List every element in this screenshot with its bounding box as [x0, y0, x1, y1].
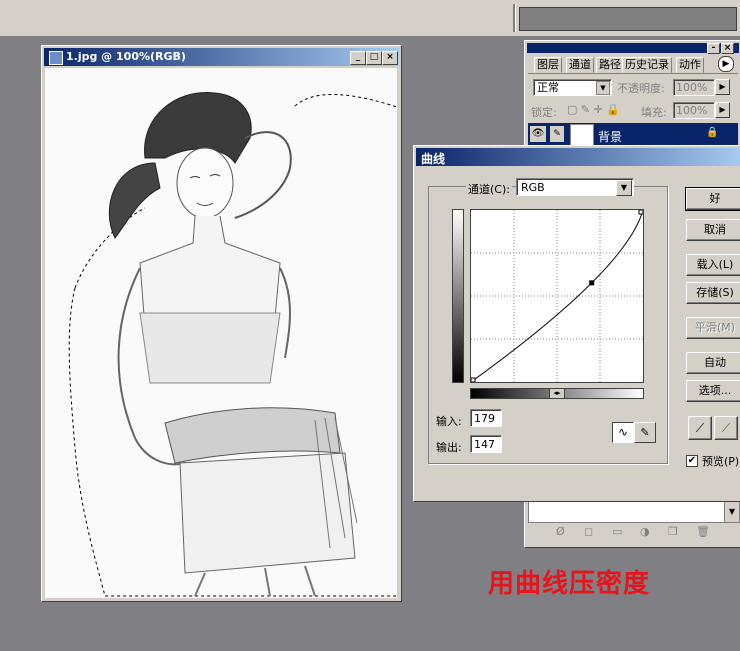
fill-input[interactable]: 100%	[673, 102, 715, 119]
gray-eyedropper-icon[interactable]: ⟋	[714, 416, 738, 440]
channel-value: RGB	[521, 181, 545, 194]
gradient-toggle-icon[interactable]: ◂▸	[549, 388, 565, 399]
lock-label: 锁定:	[531, 106, 557, 119]
options-button[interactable]: 选项...	[686, 380, 740, 402]
tab-layers[interactable]: 图层	[534, 57, 562, 73]
mask-icon[interactable]: ◻	[584, 525, 593, 538]
eye-icon[interactable]: 👁	[530, 126, 546, 142]
input-gradient-bar: ◂▸	[470, 388, 644, 399]
curves-title-bar[interactable]: 曲线	[416, 148, 740, 166]
black-eyedropper-icon[interactable]: ⟋	[688, 416, 712, 440]
tab-paths[interactable]: 路径	[596, 57, 624, 73]
output-label: 输出:	[436, 441, 462, 454]
pencil-icon[interactable]: ✎	[634, 422, 656, 443]
sketch-image	[68, 91, 397, 597]
panel-title-bar[interactable]: - ×	[527, 43, 739, 54]
lock-icons[interactable]: ▢ ✎ ✛ 🔒	[567, 103, 620, 116]
maximize-icon[interactable]: □	[366, 51, 382, 65]
preview-checkbox[interactable]: ✔	[686, 455, 698, 467]
close-icon[interactable]: ×	[382, 51, 398, 65]
document-title-bar[interactable]: 1.jpg @ 100%(RGB) _ □ ×	[44, 48, 399, 66]
panel-minimize-icon[interactable]: -	[707, 43, 720, 54]
opacity-label: 不透明度:	[617, 82, 665, 95]
channel-select[interactable]: RGB ▼	[516, 178, 634, 196]
curve-graph[interactable]	[470, 209, 644, 383]
output-gradient-bar	[452, 209, 464, 383]
save-button[interactable]: 存储(S)	[686, 282, 740, 304]
load-button[interactable]: 载入(L)	[686, 254, 740, 276]
panel-bottom-toolbar: Ø ◻ ▭ ◑ ❐ 🗑	[528, 525, 738, 543]
document-icon	[49, 51, 63, 65]
document-title: 1.jpg @ 100%(RGB)	[66, 50, 186, 63]
opacity-arrow-icon[interactable]: ▶	[715, 79, 730, 95]
blend-mode-value: 正常	[537, 81, 559, 94]
curve-endpoint-white[interactable]	[638, 209, 644, 215]
smooth-button[interactable]: 平滑(M)	[686, 317, 740, 339]
curves-dialog: 曲线 通道(C): RGB ▼ ◂▸ 输入: 179 输出: 147 ∿ ✎ 好…	[413, 145, 740, 502]
adjustment-layer-icon[interactable]: ◑	[640, 525, 650, 538]
document-window: 1.jpg @ 100%(RGB) _ □ ×	[41, 45, 402, 602]
fill-label: 填充:	[641, 106, 667, 119]
options-bar	[0, 0, 740, 37]
layers-list-area	[528, 501, 726, 523]
fill-arrow-icon[interactable]: ▶	[715, 102, 730, 118]
ok-button[interactable]: 好	[685, 187, 740, 211]
layer-lock-icon: 🔒	[706, 127, 719, 138]
channel-label: 通道(C):	[466, 181, 512, 197]
input-field[interactable]: 179	[470, 409, 502, 427]
layer-style-icon[interactable]: Ø	[556, 525, 565, 538]
layer-thumbnail	[570, 124, 594, 146]
preview-label: 预览(P)	[702, 455, 740, 468]
tab-history[interactable]: 历史记录	[622, 57, 672, 73]
blend-mode-select[interactable]: 正常 ▼	[533, 79, 612, 96]
input-label: 输入:	[436, 415, 462, 428]
opacity-input[interactable]: 100%	[673, 79, 715, 96]
options-bar-separator	[513, 4, 516, 32]
trash-icon[interactable]: 🗑	[696, 525, 710, 538]
tab-actions[interactable]: 动作	[676, 57, 704, 73]
panel-tabs: 图层 通道 路径 历史记录 动作 ▶	[528, 55, 738, 74]
blend-mode-dropdown-icon[interactable]: ▼	[596, 81, 610, 95]
cancel-button[interactable]: 取消	[686, 219, 740, 241]
curve-endpoint-black[interactable]	[470, 377, 476, 383]
scroll-down-icon[interactable]: ▼	[724, 501, 740, 523]
panel-close-icon[interactable]: ×	[721, 43, 734, 54]
layer-row-background[interactable]: 👁 ✎ 背景 🔒	[528, 123, 738, 147]
palette-well[interactable]	[519, 7, 737, 31]
caption-text: 用曲线压密度	[488, 569, 651, 599]
new-layer-icon[interactable]: ❐	[668, 525, 678, 538]
output-field[interactable]: 147	[470, 435, 502, 453]
folder-icon[interactable]: ▭	[612, 525, 622, 538]
curve-tool-icon[interactable]: ∿	[612, 422, 634, 443]
brush-icon[interactable]: ✎	[550, 126, 564, 142]
curve-line[interactable]	[470, 209, 644, 383]
channel-dropdown-icon[interactable]: ▼	[616, 180, 632, 196]
tab-channels[interactable]: 通道	[566, 57, 594, 73]
panel-menu-arrow-icon[interactable]: ▶	[718, 56, 734, 72]
minimize-icon[interactable]: _	[350, 51, 366, 65]
curves-title: 曲线	[421, 152, 446, 166]
layer-name: 背景	[598, 130, 623, 144]
auto-button[interactable]: 自动	[686, 352, 740, 374]
image-canvas[interactable]	[45, 68, 397, 598]
curve-control-point[interactable]	[589, 280, 595, 286]
curve-tool-group: ∿ ✎	[612, 422, 656, 443]
curve-svg	[470, 209, 644, 383]
